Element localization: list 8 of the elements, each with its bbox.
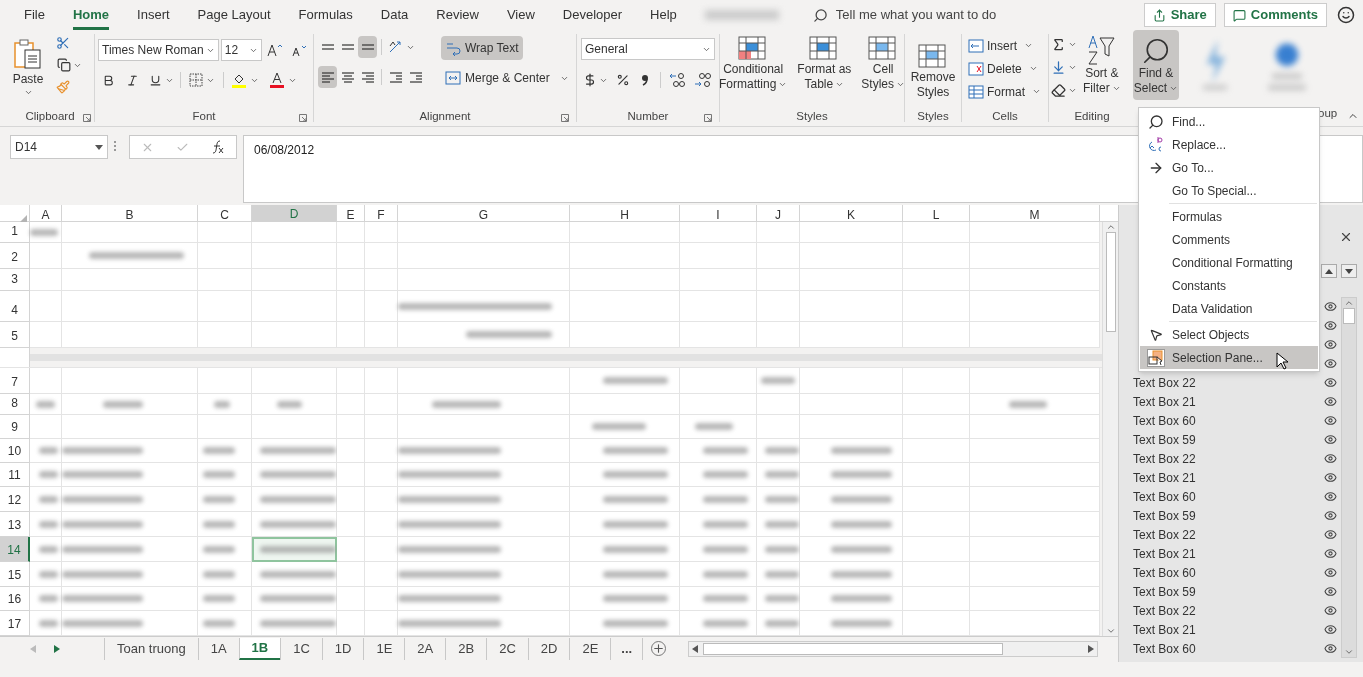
group-label: Editing — [1074, 109, 1110, 125]
group-label: Alignment — [419, 109, 471, 125]
group-label: Number — [627, 109, 669, 125]
group-label: Styles — [917, 109, 949, 125]
group-label: Styles — [796, 109, 828, 125]
group-label: Cells — [992, 109, 1018, 125]
group-label: Clipboard — [25, 109, 75, 125]
group-label: Font — [192, 109, 216, 125]
